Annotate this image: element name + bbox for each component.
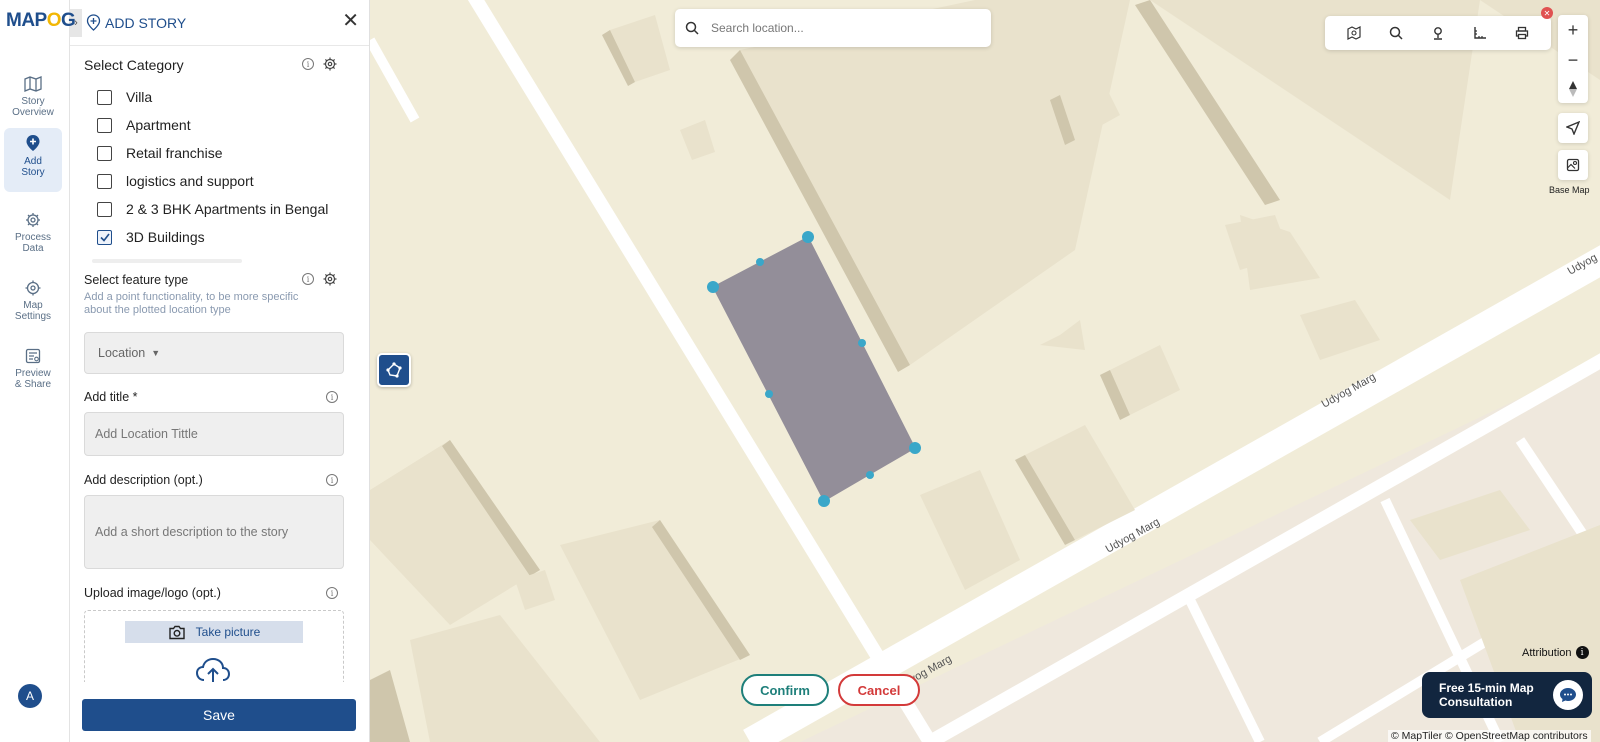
vertex-handle [818,495,830,507]
upload-dropzone[interactable]: Take picture [84,610,344,682]
mapog-logo[interactable]: MAPOG [6,10,76,32]
category-item-logistics[interactable]: logistics and support [97,173,254,189]
my-location-button[interactable] [1558,113,1588,143]
consultation-banner[interactable]: Free 15-min Map Consultation [1422,672,1592,718]
compass-icon[interactable] [1568,80,1578,98]
base-map-button[interactable] [1558,150,1588,180]
panel-title: ADD STORY [86,14,186,31]
title-input[interactable]: Add Location Tittle [84,412,344,456]
preview-icon [25,348,41,364]
vertex-handle [909,442,921,454]
nav-add-story[interactable]: Add Story [4,128,62,192]
basemap-icon [1566,158,1580,172]
title-info-icon[interactable]: i [326,391,338,403]
category-item-apartment[interactable]: Apartment [97,117,191,133]
select-category-label: Select Category [84,57,184,73]
left-navigation: MAPOG Story Overview Add Story Process D… [0,0,76,742]
user-avatar[interactable]: A [18,684,42,708]
nav-map-settings[interactable]: Map Settings [4,274,62,338]
feature-type-label: Select feature type [84,273,189,287]
info-icon: i [1575,646,1589,659]
add-title-label: Add title * [84,390,138,404]
map-copyright: © MapTiler © OpenStreetMap contributors [1388,730,1591,742]
zoom-out-button[interactable]: − [1568,50,1579,71]
upload-info-icon[interactable]: i [326,587,338,599]
panel-header: › ADD STORY ✕ [70,0,369,46]
location-search[interactable]: Search location... [675,9,991,47]
midpoint-handle [756,258,764,266]
map-view-icon[interactable] [1347,26,1361,40]
navigate-icon [1566,121,1580,135]
upload-image-label: Upload image/logo (opt.) [84,586,221,600]
category-checkbox[interactable] [97,89,112,105]
base-map-label: Base Map [1549,185,1590,195]
feature-type-select[interactable]: Location ▼ [84,332,344,374]
category-settings-icon[interactable] [323,57,337,71]
add-circle-icon [86,14,101,31]
add-story-panel: › ADD STORY ✕ Select Category i Villa Ap… [70,0,370,742]
confirm-button[interactable]: Confirm [741,674,829,706]
midpoint-handle [765,390,773,398]
category-checkbox[interactable] [97,145,112,161]
feature-type-hint: Add a point functionality, to be more sp… [84,291,299,316]
category-checkbox[interactable] [97,201,112,217]
nav-story-overview[interactable]: Story Overview [4,70,62,134]
settings-icon [25,280,41,296]
caret-down-icon: ▼ [151,348,161,358]
print-icon[interactable] [1515,26,1529,40]
take-picture-button[interactable]: Take picture [125,621,303,643]
measure-icon[interactable] [1473,26,1487,40]
midpoint-handle [858,339,866,347]
category-checkbox[interactable] [97,173,112,189]
nav-preview-share[interactable]: Preview & Share [4,342,62,406]
category-checkbox[interactable] [97,117,112,133]
category-scrollbar[interactable] [92,259,242,263]
category-info-icon[interactable]: i [302,58,314,70]
attribution-toggle[interactable]: Attribution i [1522,646,1589,659]
vertex-handle [802,231,814,243]
map-canvas[interactable]: Udyog Marg Udyog Marg Udyog Marg Udyog [370,0,1600,742]
zoom-controls: + − [1558,15,1588,103]
description-info-icon[interactable]: i [326,474,338,486]
category-item-villa[interactable]: Villa [97,89,152,105]
chat-icon[interactable] [1553,680,1583,710]
category-item-retail-franchise[interactable]: Retail franchise [97,145,223,161]
close-panel-button[interactable]: ✕ [342,11,359,31]
cancel-button[interactable]: Cancel [838,674,920,706]
map-basemap[interactable]: Udyog Marg Udyog Marg Udyog Marg Udyog [370,0,1600,742]
checkmark-icon [99,233,110,242]
gear-icon [26,213,40,227]
map-icon [24,76,42,92]
feature-info-icon[interactable]: i [302,273,314,285]
pin-plus-icon [26,135,40,151]
polygon-tool-icon [386,362,402,378]
polygon-draw-tool[interactable] [377,353,411,387]
search-icon[interactable] [1389,26,1403,40]
zoom-in-button[interactable]: + [1568,20,1579,41]
location-pin-icon[interactable] [1431,26,1445,40]
save-button[interactable]: Save [82,699,356,731]
vertex-handle [707,281,719,293]
toolbar-close-icon[interactable]: ✕ [1541,7,1553,19]
camera-icon [168,625,185,639]
search-icon [685,21,699,35]
cloud-upload-icon [195,657,231,682]
search-input[interactable]: Search location... [711,21,804,35]
feature-settings-icon[interactable] [323,272,337,286]
description-input[interactable]: Add a short description to the story [84,495,344,569]
category-item-3d-buildings[interactable]: 3D Buildings [97,229,205,245]
map-toolbar [1325,16,1551,50]
category-item-bhk-apartments[interactable]: 2 & 3 BHK Apartments in Bengal [97,201,328,217]
nav-process-data[interactable]: Process Data [4,206,62,270]
category-checkbox-checked[interactable] [97,229,112,245]
midpoint-handle [866,471,874,479]
add-description-label: Add description (opt.) [84,473,203,487]
